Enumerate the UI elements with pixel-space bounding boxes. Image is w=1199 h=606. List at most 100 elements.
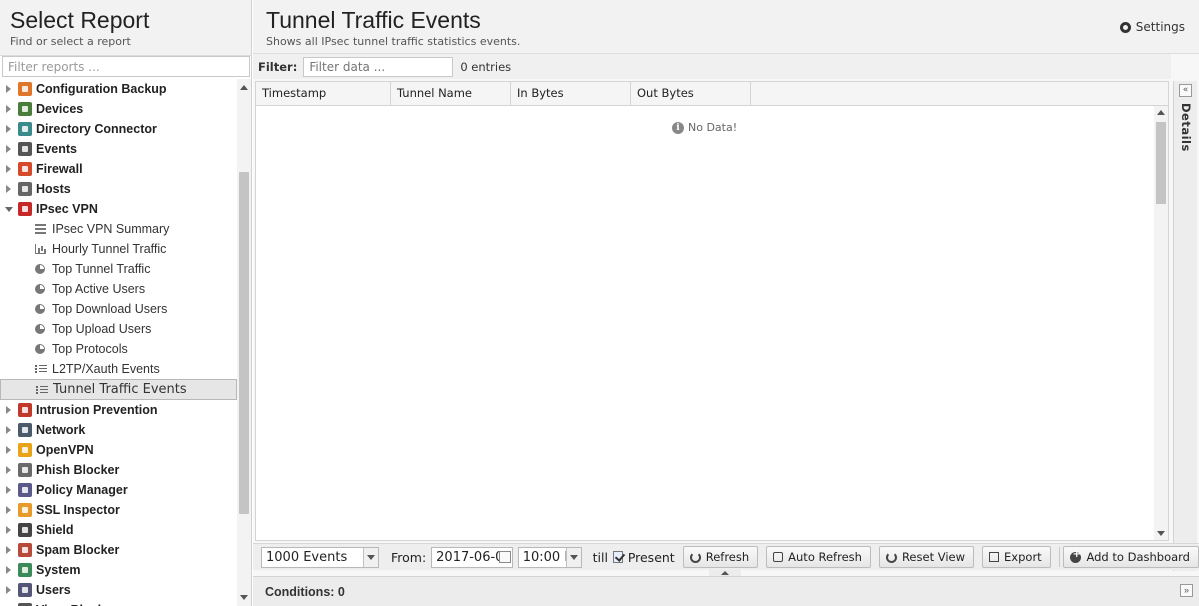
tree-report-ipsec-vpn-summary[interactable]: IPsec VPN Summary	[0, 219, 237, 239]
tree-category-virus-blocker[interactable]: Virus Blocker	[0, 600, 237, 606]
export-label: Export	[1004, 550, 1042, 564]
chevron-down-icon[interactable]	[565, 547, 581, 567]
hosts-app-icon	[18, 182, 32, 196]
reset-view-button[interactable]: Reset View	[878, 546, 975, 568]
expand-arrow-icon[interactable]	[6, 506, 11, 514]
column-header-timestamp[interactable]: Timestamp	[256, 82, 391, 106]
tree-report-top-active-users[interactable]: Top Active Users	[0, 279, 237, 299]
conditions-label: Conditions: 0	[265, 584, 345, 599]
scroll-down-arrow-icon[interactable]	[1157, 531, 1165, 536]
date-field[interactable]: 2017-06-09	[431, 546, 513, 568]
refresh-button[interactable]: Refresh	[682, 546, 759, 568]
tree-node-label: Top Upload Users	[52, 322, 152, 336]
report-header: Tunnel Traffic Events Shows all IPsec tu…	[253, 0, 1199, 54]
openvpn-app-icon	[18, 443, 32, 457]
event-list-icon	[36, 385, 48, 395]
filter-data-input[interactable]	[303, 56, 454, 77]
no-data-message: i No Data!	[672, 121, 737, 134]
tree-report-top-tunnel-traffic[interactable]: Top Tunnel Traffic	[0, 259, 237, 279]
column-header-tunnel-name[interactable]: Tunnel Name	[391, 82, 511, 106]
tree-category-ipsec-vpn[interactable]: IPsec VPN	[0, 199, 237, 219]
tree-category-users[interactable]: Users	[0, 580, 237, 600]
tree-category-network[interactable]: Network	[0, 420, 237, 440]
tree-category-ssl-inspector[interactable]: SSL Inspector	[0, 500, 237, 520]
tree-category-hosts[interactable]: Hosts	[0, 179, 237, 199]
tree-report-l2tp-xauth-events[interactable]: L2TP/Xauth Events	[0, 359, 237, 379]
tree-category-directory-connector[interactable]: Directory Connector	[0, 119, 237, 139]
ipsec-vpn-app-icon	[18, 202, 32, 216]
tree-category-spam-blocker[interactable]: Spam Blocker	[0, 540, 237, 560]
tree-node-label: Network	[36, 423, 86, 437]
expand-arrow-icon[interactable]	[6, 125, 11, 133]
network-app-icon	[18, 423, 32, 437]
grid-scrollbar[interactable]	[1154, 106, 1168, 540]
report-title: Tunnel Traffic Events	[266, 7, 481, 33]
add-to-dashboard-label: Add to Dashboard	[1086, 550, 1190, 564]
auto-refresh-button[interactable]: Auto Refresh	[766, 546, 871, 568]
tree-category-events[interactable]: Events	[0, 139, 237, 159]
filter-reports-input[interactable]	[2, 56, 250, 77]
tree-node-label: Users	[36, 583, 71, 597]
present-checkbox[interactable]	[612, 551, 623, 563]
tree-category-openvpn[interactable]: OpenVPN	[0, 440, 237, 460]
column-header-out-bytes[interactable]: Out Bytes	[631, 82, 751, 106]
tree-category-system[interactable]: System	[0, 560, 237, 580]
tree-report-hourly-tunnel-traffic[interactable]: Hourly Tunnel Traffic	[0, 239, 237, 259]
events-limit-select[interactable]: 1000 Events	[261, 546, 379, 568]
tree-category-firewall[interactable]: Firewall	[0, 159, 237, 179]
report-sidebar: Select Report Find or select a report Co…	[0, 0, 252, 606]
pie-chart-icon	[35, 324, 45, 334]
till-label: till	[592, 549, 608, 565]
scroll-up-arrow-icon[interactable]	[1157, 110, 1165, 115]
tree-node-label: Top Protocols	[52, 342, 128, 356]
tree-report-top-protocols[interactable]: Top Protocols	[0, 339, 237, 359]
export-button[interactable]: Export	[982, 546, 1051, 568]
scroll-down-arrow-icon[interactable]	[240, 595, 248, 600]
tree-category-intrusion-prevention[interactable]: Intrusion Prevention	[0, 400, 237, 420]
tree-category-policy-manager[interactable]: Policy Manager	[0, 480, 237, 500]
tree-category-devices[interactable]: Devices	[0, 99, 237, 119]
directory-connector-app-icon	[18, 122, 32, 136]
expand-arrow-icon[interactable]	[6, 145, 11, 153]
collapse-left-icon[interactable]: «	[1179, 84, 1192, 97]
scroll-thumb[interactable]	[239, 172, 249, 514]
scroll-up-arrow-icon[interactable]	[240, 85, 248, 90]
expand-arrow-icon[interactable]	[6, 526, 11, 534]
details-panel[interactable]: « Details	[1173, 81, 1197, 571]
expand-arrow-icon[interactable]	[6, 105, 11, 113]
tree-node-label: Top Active Users	[52, 282, 146, 296]
chevron-down-icon[interactable]	[362, 547, 378, 567]
tree-report-tunnel-traffic-events[interactable]: Tunnel Traffic Events	[0, 379, 237, 400]
tree-category-phish-blocker[interactable]: Phish Blocker	[0, 460, 237, 480]
expand-arrow-icon[interactable]	[6, 466, 11, 474]
tree-node-label: Events	[36, 142, 77, 156]
expand-arrow-icon[interactable]	[6, 85, 11, 93]
add-to-dashboard-button[interactable]: Add to Dashboard	[1063, 546, 1199, 568]
column-header-in-bytes[interactable]: In Bytes	[511, 82, 631, 106]
expand-arrow-icon[interactable]	[6, 546, 11, 554]
auto-refresh-label: Auto Refresh	[788, 550, 862, 564]
expand-arrow-icon[interactable]	[6, 486, 11, 494]
tree-scrollbar[interactable]	[237, 79, 251, 606]
expanded-arrow-icon[interactable]	[5, 207, 13, 212]
conditions-panel[interactable]: Conditions: 0 »	[253, 576, 1199, 606]
expand-arrow-icon[interactable]	[6, 165, 11, 173]
report-main: Tunnel Traffic Events Shows all IPsec tu…	[253, 0, 1199, 606]
events-grid: Timestamp Tunnel Name In Bytes Out Bytes…	[255, 81, 1169, 541]
tree-report-top-download-users[interactable]: Top Download Users	[0, 299, 237, 319]
expand-arrow-icon[interactable]	[6, 185, 11, 193]
tree-category-configuration-backup[interactable]: Configuration Backup	[0, 79, 237, 99]
calendar-icon[interactable]	[498, 550, 511, 563]
expand-arrow-icon[interactable]	[6, 426, 11, 434]
tree-node-label: Devices	[36, 102, 84, 116]
expand-arrow-icon[interactable]	[6, 406, 11, 414]
scroll-thumb[interactable]	[1156, 122, 1166, 204]
settings-button[interactable]: Settings	[1119, 20, 1185, 34]
expand-arrow-icon[interactable]	[6, 446, 11, 454]
expand-up-icon[interactable]: »	[1180, 584, 1193, 597]
time-select[interactable]: 10:00 PM	[517, 546, 582, 568]
tree-category-shield[interactable]: Shield	[0, 520, 237, 540]
tree-report-top-upload-users[interactable]: Top Upload Users	[0, 319, 237, 339]
expand-arrow-icon[interactable]	[6, 566, 11, 574]
expand-arrow-icon[interactable]	[6, 586, 11, 594]
